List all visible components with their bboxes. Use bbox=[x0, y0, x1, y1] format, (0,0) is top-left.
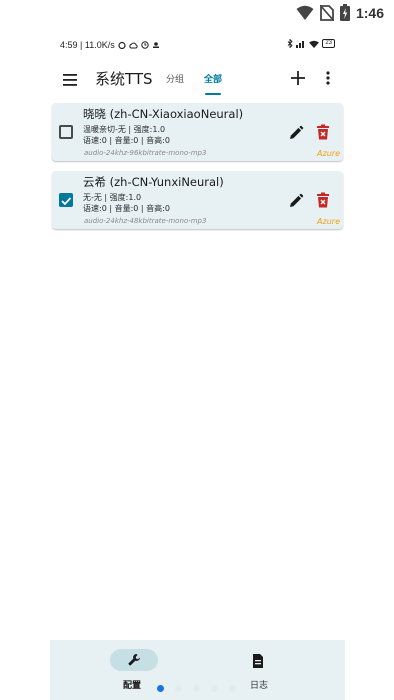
app-notification-icon bbox=[152, 42, 159, 48]
voice-style: 温暖亲切-无 | 强度:1.0 bbox=[83, 125, 166, 134]
cloud-icon bbox=[129, 42, 138, 48]
wifi-icon bbox=[296, 5, 314, 20]
menu-icon[interactable] bbox=[60, 68, 84, 92]
voice-name: 晓晓 (zh-CN-XiaoxiaoNeural) bbox=[83, 107, 244, 121]
app-bar: 系统TTS 分组 全部 bbox=[50, 62, 345, 98]
delete-icon[interactable] bbox=[316, 124, 330, 140]
enable-checkbox[interactable] bbox=[59, 125, 73, 139]
voice-params: 语速:0 | 音量:0 | 音高:0 bbox=[83, 204, 170, 213]
tab-group[interactable]: 分组 bbox=[166, 72, 184, 85]
system-status-bar: 1:46 bbox=[0, 0, 394, 28]
signal-icon bbox=[296, 40, 305, 48]
battery-icon bbox=[339, 4, 350, 21]
more-options-icon[interactable] bbox=[318, 66, 338, 90]
page-indicator-dot bbox=[193, 685, 200, 692]
add-icon[interactable] bbox=[286, 66, 310, 90]
page-indicator-dot-active bbox=[157, 685, 164, 692]
page-indicator-dot bbox=[211, 685, 218, 692]
enable-checkbox[interactable] bbox=[59, 193, 73, 207]
battery-small-icon: 23 bbox=[322, 39, 335, 48]
edit-icon[interactable] bbox=[288, 193, 304, 209]
voice-format: audio-24khz-96kbitrate-mono-mp3 bbox=[84, 149, 207, 157]
tab-all[interactable]: 全部 bbox=[204, 72, 222, 85]
inner-status-text: 4:59 | 11.0K/s bbox=[60, 40, 115, 50]
edit-icon[interactable] bbox=[288, 125, 304, 141]
system-status-icons: 1:46 bbox=[296, 4, 384, 21]
checkmark-icon bbox=[61, 197, 72, 206]
engine-label: Azure bbox=[317, 217, 340, 226]
engine-label: Azure bbox=[317, 149, 340, 158]
wifi-small-icon bbox=[309, 40, 320, 48]
nav-log-label[interactable]: 日志 bbox=[250, 678, 268, 691]
nav-config-label: 配置 bbox=[123, 681, 142, 691]
tab-indicator bbox=[205, 93, 221, 95]
bluetooth-icon bbox=[287, 39, 293, 48]
voice-item-yunxi[interactable]: 云希 (zh-CN-YunxiNeural) 无-无 | 强度:1.0 语速:0… bbox=[52, 171, 343, 229]
delete-icon[interactable] bbox=[316, 192, 330, 208]
inner-status-bar: 4:59 | 11.0K/s 23 bbox=[50, 28, 345, 60]
system-clock: 1:46 bbox=[355, 4, 384, 21]
app-screen: 4:59 | 11.0K/s 23 系统TTS 分组 全部 晓晓 (zh-CN-… bbox=[50, 28, 345, 700]
page-indicator-dot bbox=[229, 685, 236, 692]
page-title: 系统TTS bbox=[95, 70, 153, 88]
clock-icon bbox=[141, 41, 149, 49]
nav-config-button[interactable] bbox=[110, 649, 158, 671]
voice-params: 语速:0 | 音量:0 | 音高:0 bbox=[83, 136, 170, 145]
page-indicator-dot bbox=[175, 685, 182, 692]
bottom-navigation: 配置 日志 bbox=[50, 640, 345, 700]
voice-format: audio-24khz-48kbitrate-mono-mp3 bbox=[84, 217, 207, 225]
no-sim-icon bbox=[319, 4, 334, 21]
voice-item-xiaoxiao[interactable]: 晓晓 (zh-CN-XiaoxiaoNeural) 温暖亲切-无 | 强度:1.… bbox=[52, 103, 343, 161]
voice-style: 无-无 | 强度:1.0 bbox=[83, 193, 142, 202]
voice-name: 云希 (zh-CN-YunxiNeural) bbox=[83, 175, 224, 189]
alarm-icon bbox=[118, 41, 126, 49]
log-document-icon[interactable] bbox=[250, 653, 266, 669]
wrench-icon bbox=[128, 653, 141, 666]
